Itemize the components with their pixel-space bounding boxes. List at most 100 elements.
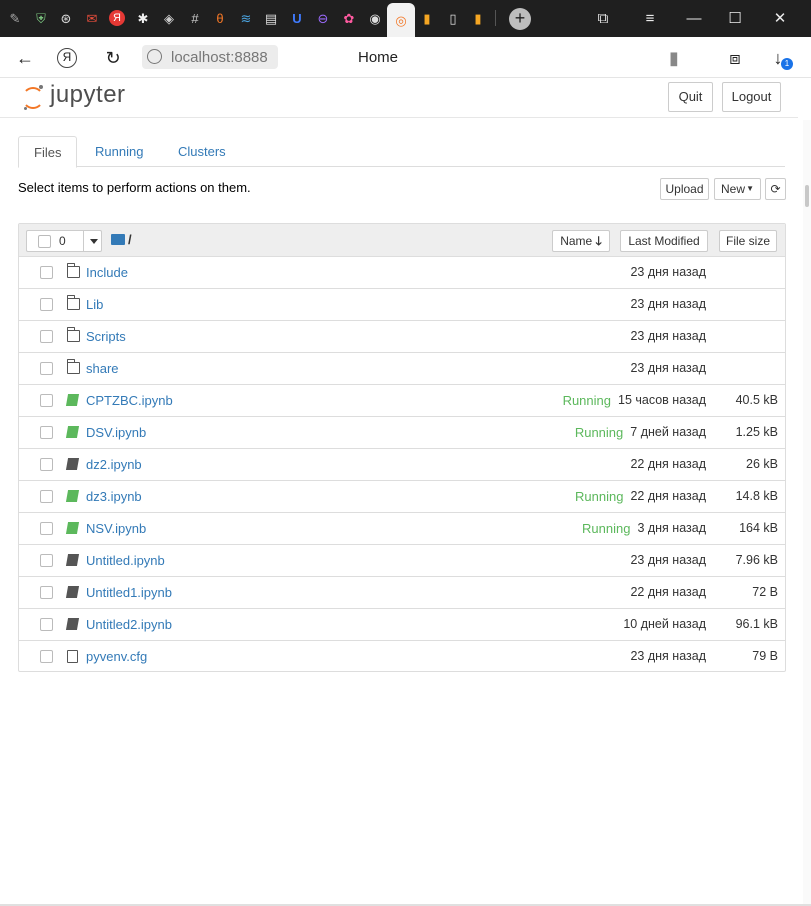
tabs-icon[interactable]: ⧉: [593, 9, 613, 29]
crystal-icon[interactable]: ◈: [157, 5, 181, 31]
yandex-icon[interactable]: Я: [105, 5, 129, 31]
new-tab-button[interactable]: +: [509, 8, 531, 30]
refresh-icon[interactable]: ⟳: [765, 178, 786, 200]
quit-button[interactable]: Quit: [668, 82, 713, 112]
minimize-icon[interactable]: —: [684, 9, 704, 29]
row-checkbox[interactable]: [40, 586, 53, 599]
row-checkbox[interactable]: [40, 266, 53, 279]
github-icon[interactable]: ◉: [363, 5, 387, 31]
file-name-link[interactable]: CPTZBC.ipynb: [86, 393, 173, 408]
orbit-icon[interactable]: ⊖: [311, 5, 335, 31]
tab-clusters[interactable]: Clusters: [163, 136, 241, 167]
jupyter-tab-icon[interactable]: ◎: [387, 3, 415, 37]
select-all-group[interactable]: 0: [26, 230, 102, 252]
news-icon[interactable]: ▤: [259, 5, 283, 31]
file-name-link[interactable]: Untitled2.ipynb: [86, 617, 172, 632]
logout-button[interactable]: Logout: [722, 82, 781, 112]
file-name-link[interactable]: dz3.ipynb: [86, 489, 142, 504]
tab-files[interactable]: Files: [18, 136, 78, 168]
row-checkbox[interactable]: [40, 362, 53, 375]
close-icon[interactable]: ✕: [770, 9, 790, 29]
last-modified: 3 дня назад: [637, 521, 706, 535]
table-row[interactable]: DSV.ipynb Running 7 дней назад 1.25 kB: [19, 417, 785, 449]
mail-icon[interactable]: ✉: [80, 5, 104, 31]
page-scrollbar[interactable]: [803, 120, 811, 906]
table-row[interactable]: Include 23 дня назад: [19, 257, 785, 289]
last-modified: 15 часов назад: [618, 393, 706, 407]
jupyter-logo-text[interactable]: jupyter: [50, 81, 126, 109]
menu-icon[interactable]: ≡: [640, 9, 660, 29]
file-size: 164 kB: [739, 521, 778, 535]
circle-logo-icon[interactable]: ⊛: [54, 5, 78, 31]
select-dropdown-icon[interactable]: [83, 231, 103, 251]
file-name-link[interactable]: pyvenv.cfg: [86, 649, 147, 664]
pen-icon[interactable]: ✎: [3, 5, 27, 31]
page-icon[interactable]: ▯: [441, 5, 465, 31]
table-row[interactable]: dz2.ipynb 22 дня назад 26 kB: [19, 449, 785, 481]
file-list: 0 / Name 🡓 Last Modified File size Inclu…: [18, 223, 786, 672]
url-field[interactable]: localhost:8888: [142, 45, 278, 69]
file-size: 1.25 kB: [735, 425, 778, 439]
table-row[interactable]: Untitled2.ipynb 10 дней назад 96.1 kB: [19, 609, 785, 641]
table-row[interactable]: dz3.ipynb Running 22 дня назад 14.8 kB: [19, 481, 785, 513]
file-name-link[interactable]: dz2.ipynb: [86, 457, 142, 472]
table-row[interactable]: Untitled.ipynb 23 дня назад 7.96 kB: [19, 545, 785, 577]
file-name-link[interactable]: DSV.ipynb: [86, 425, 146, 440]
row-checkbox[interactable]: [40, 650, 53, 663]
table-row[interactable]: Lib 23 дня назад: [19, 289, 785, 321]
u-icon[interactable]: U: [285, 5, 309, 31]
row-checkbox[interactable]: [40, 554, 53, 567]
scrollbar-thumb[interactable]: [805, 185, 809, 207]
row-checkbox[interactable]: [40, 394, 53, 407]
file-name-link[interactable]: Untitled1.ipynb: [86, 585, 172, 600]
bookmark-icon[interactable]: ▮: [663, 47, 685, 69]
row-checkbox[interactable]: [40, 426, 53, 439]
file-name-link[interactable]: Untitled.ipynb: [86, 553, 165, 568]
sort-size-button[interactable]: File size: [719, 230, 777, 252]
hash-icon[interactable]: #: [183, 5, 207, 31]
tab-separator: [495, 10, 496, 26]
folder-icon[interactable]: [111, 234, 125, 245]
url-text: localhost:8888: [171, 49, 268, 66]
upload-button[interactable]: Upload: [660, 178, 709, 200]
table-row[interactable]: pyvenv.cfg 23 дня назад 79 B: [19, 641, 785, 673]
stack-icon[interactable]: ≋: [234, 5, 258, 31]
back-icon[interactable]: ←: [14, 47, 36, 69]
row-checkbox[interactable]: [40, 458, 53, 471]
file-name-link[interactable]: Lib: [86, 297, 103, 312]
last-modified: 22 дня назад: [630, 457, 706, 471]
file-name-link[interactable]: Scripts: [86, 329, 126, 344]
breadcrumb[interactable]: /: [128, 232, 132, 247]
new-dropdown-button[interactable]: New ▼: [714, 178, 761, 200]
book-orange-icon[interactable]: ▮: [415, 5, 439, 31]
table-row[interactable]: Scripts 23 дня назад: [19, 321, 785, 353]
row-checkbox[interactable]: [40, 522, 53, 535]
flower-icon[interactable]: ✿: [337, 5, 361, 31]
notebook-icon: [65, 554, 80, 566]
file-name-link[interactable]: share: [86, 361, 119, 376]
file-name-link[interactable]: NSV.ipynb: [86, 521, 146, 536]
jupyter-logo-icon[interactable]: [22, 83, 46, 111]
book-orange-icon[interactable]: ▮: [466, 5, 490, 31]
tab-running[interactable]: Running: [80, 136, 158, 167]
table-row[interactable]: share 23 дня назад: [19, 353, 785, 385]
row-checkbox[interactable]: [40, 618, 53, 631]
select-all-checkbox[interactable]: [38, 235, 51, 248]
sort-modified-button[interactable]: Last Modified: [620, 230, 708, 252]
shield-icon[interactable]: ⛨: [29, 5, 53, 31]
extensions-icon[interactable]: ⧈: [724, 47, 746, 69]
bug-icon[interactable]: ✱: [131, 5, 155, 31]
row-checkbox[interactable]: [40, 490, 53, 503]
sort-name-button[interactable]: Name 🡓: [552, 230, 610, 252]
table-row[interactable]: CPTZBC.ipynb Running 15 часов назад 40.5 kB: [19, 385, 785, 417]
theta-icon[interactable]: θ: [208, 5, 232, 31]
table-row[interactable]: NSV.ipynb Running 3 дня назад 164 kB: [19, 513, 785, 545]
table-row[interactable]: Untitled1.ipynb 22 дня назад 72 B: [19, 577, 785, 609]
file-name-link[interactable]: Include: [86, 265, 128, 280]
row-checkbox[interactable]: [40, 330, 53, 343]
last-modified: 22 дня назад: [630, 489, 706, 503]
maximize-icon[interactable]: ☐: [725, 9, 745, 29]
yandex-home-icon[interactable]: Я: [57, 48, 77, 68]
reload-icon[interactable]: ↻: [102, 47, 124, 69]
row-checkbox[interactable]: [40, 298, 53, 311]
